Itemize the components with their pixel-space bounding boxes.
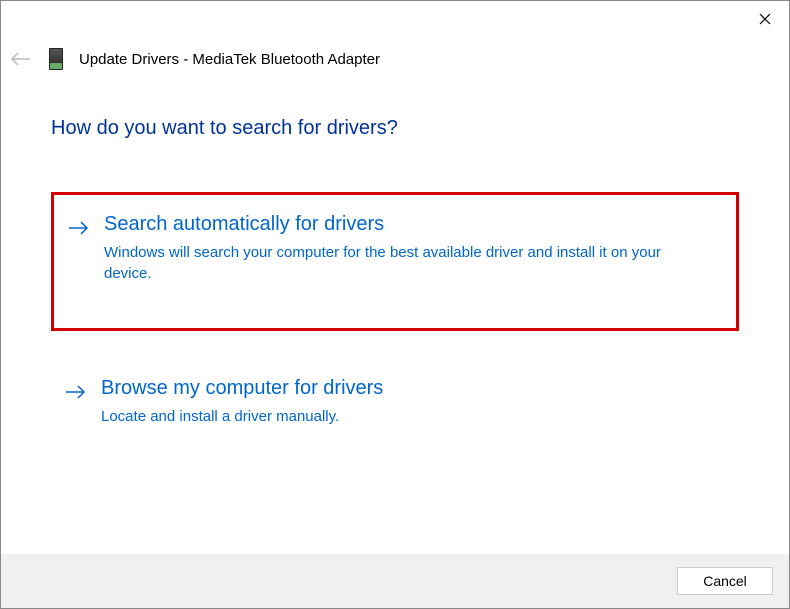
option-body: Browse my computer for drivers Locate an… — [101, 377, 719, 427]
page-heading: How do you want to search for drivers? — [51, 117, 739, 140]
dialog-title: Update Drivers - MediaTek Bluetooth Adap… — [79, 51, 380, 68]
dialog-content: How do you want to search for drivers? S… — [1, 71, 789, 447]
option-title: Browse my computer for drivers — [101, 377, 719, 400]
arrow-right-icon — [68, 217, 90, 239]
option-search-automatically[interactable]: Search automatically for drivers Windows… — [51, 192, 739, 331]
device-icon — [49, 48, 63, 70]
option-title: Search automatically for drivers — [104, 213, 716, 236]
arrow-right-icon — [65, 381, 87, 403]
dialog-footer: Cancel — [1, 554, 789, 608]
back-button[interactable] — [9, 47, 33, 71]
cancel-button[interactable]: Cancel — [677, 567, 773, 595]
option-body: Search automatically for drivers Windows… — [104, 213, 716, 284]
close-button[interactable] — [755, 9, 775, 29]
option-browse-computer[interactable]: Browse my computer for drivers Locate an… — [51, 359, 739, 447]
close-icon — [759, 13, 771, 25]
cancel-label: Cancel — [703, 573, 747, 589]
dialog-header: Update Drivers - MediaTek Bluetooth Adap… — [1, 1, 789, 71]
back-arrow-icon — [10, 52, 32, 66]
option-description: Windows will search your computer for th… — [104, 242, 664, 284]
option-description: Locate and install a driver manually. — [101, 406, 661, 427]
